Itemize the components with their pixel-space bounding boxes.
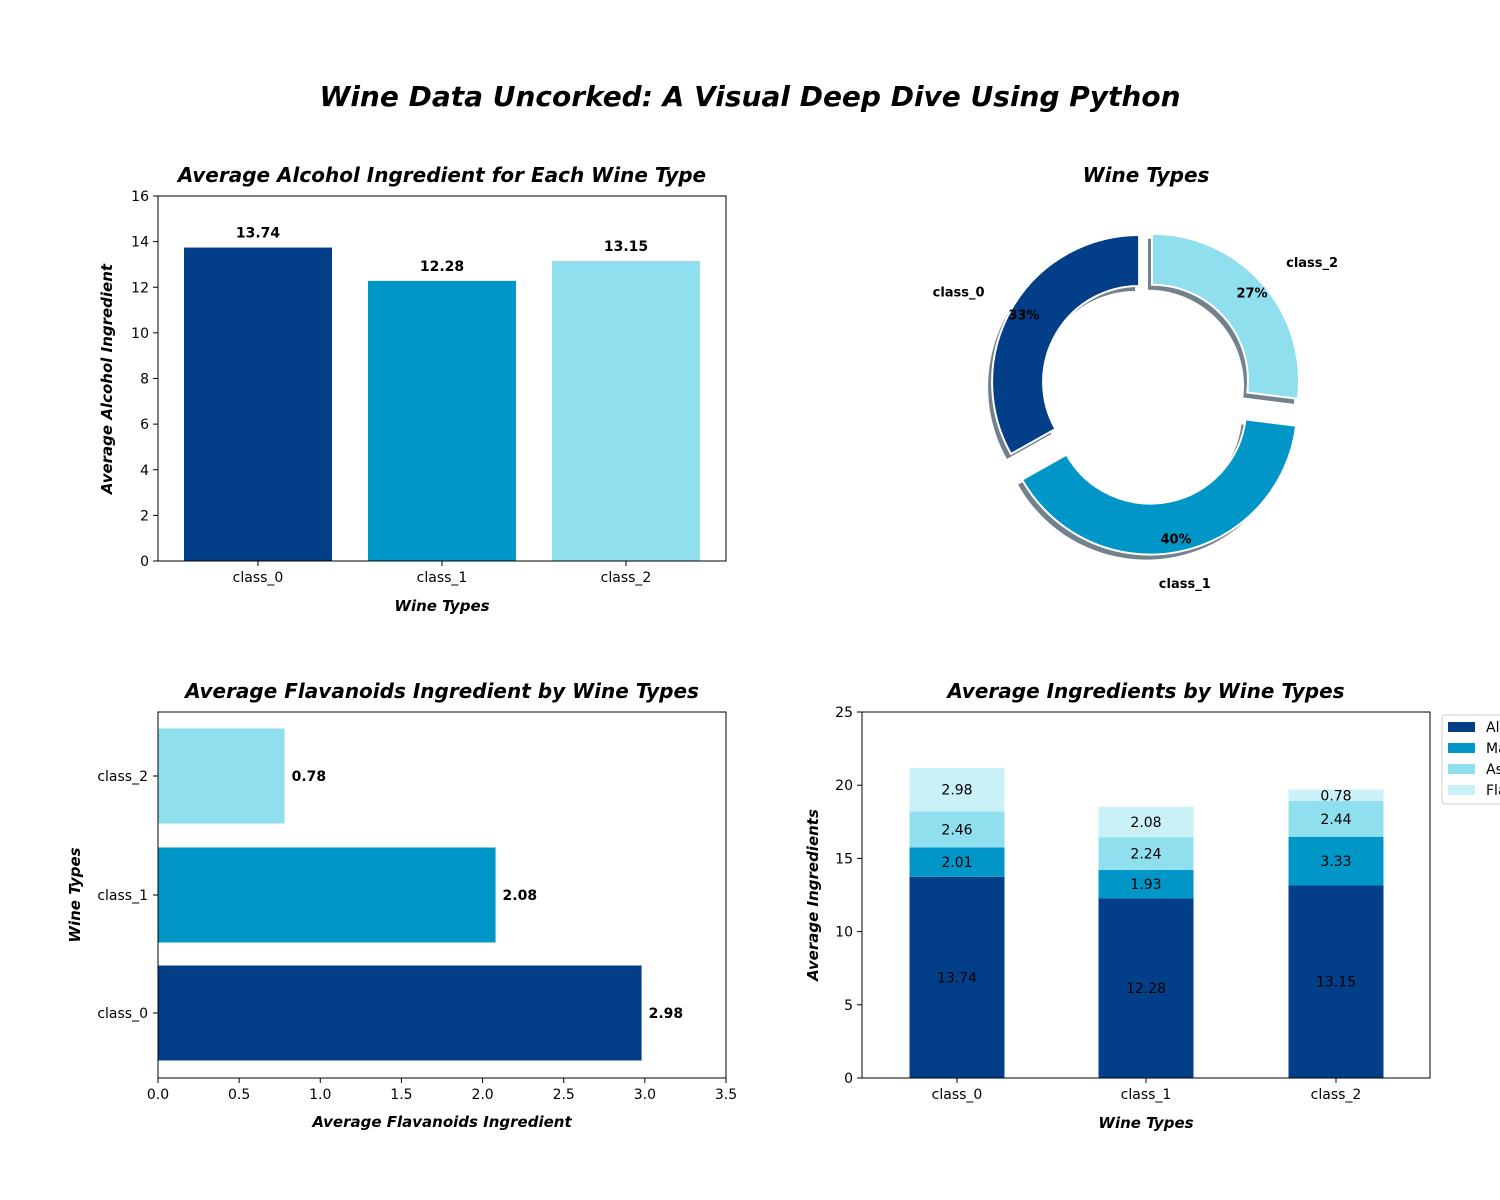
x-tick-label: 1.0 — [309, 1087, 331, 1103]
x-tick-label: 0.0 — [147, 1087, 169, 1103]
flavanoids-chart-xlabel: Average Flavanoids Ingredient — [311, 1113, 572, 1131]
bar-value-label: 2.98 — [649, 1006, 684, 1022]
legend-swatch — [1448, 722, 1475, 732]
stack-value-label: 2.98 — [941, 783, 972, 799]
y-tick-label: 12 — [131, 280, 149, 296]
legend-swatch — [1448, 764, 1475, 774]
flavanoids-chart-ylabel: Wine Types — [66, 847, 84, 942]
y-tick-label: class_2 — [97, 769, 148, 785]
x-tick-label: 3.5 — [715, 1087, 737, 1103]
donut-chart-title: Wine Types — [1083, 163, 1210, 187]
stack-value-label: 2.44 — [1320, 812, 1351, 828]
figure-title: Wine Data Uncorked: A Visual Deep Dive U… — [319, 80, 1180, 113]
flavanoids-barh-chart: Average Flavanoids Ingredient by Wine Ty… — [66, 679, 737, 1131]
x-tick-label: 3.0 — [634, 1087, 656, 1103]
y-tick-label: 6 — [140, 417, 149, 433]
stack-value-label: 0.78 — [1320, 788, 1351, 804]
y-tick-label: 16 — [131, 189, 149, 205]
bar-class_2 — [158, 728, 285, 824]
y-tick-label: class_0 — [97, 1006, 148, 1022]
bar-value-label: 2.08 — [503, 888, 538, 904]
legend-swatch — [1448, 743, 1475, 753]
bar-class_1 — [158, 847, 496, 943]
legend-label: Alc — [1486, 720, 1500, 736]
x-tick-label: class_1 — [1121, 1087, 1172, 1103]
stack-value-label: 13.15 — [1316, 975, 1356, 991]
y-tick-label: 4 — [140, 463, 149, 479]
donut-slice-class_1 — [1020, 418, 1298, 556]
bar-class_0 — [184, 247, 332, 561]
donut-percent-label: 27% — [1236, 286, 1267, 301]
y-tick-label: 10 — [835, 925, 853, 941]
donut-percent-label: 33% — [1008, 309, 1039, 324]
y-tick-label: 15 — [835, 851, 853, 867]
x-tick-label: class_2 — [601, 570, 652, 586]
y-tick-label: 2 — [140, 508, 149, 524]
alcohol-chart-ylabel: Average Alcohol Ingredient — [98, 263, 116, 495]
stack-value-label: 2.24 — [1130, 847, 1161, 863]
donut-slice-class_2 — [1151, 232, 1300, 400]
stack-value-label: 13.74 — [937, 970, 977, 986]
x-tick-label: class_0 — [233, 570, 284, 586]
stack-value-label: 2.08 — [1130, 815, 1161, 831]
donut-percent-label: 40% — [1160, 533, 1191, 548]
x-tick-label: 1.5 — [390, 1087, 412, 1103]
y-tick-label: 5 — [844, 998, 853, 1014]
x-tick-label: class_0 — [932, 1087, 983, 1103]
y-tick-label: 0 — [140, 554, 149, 570]
donut-label: class_0 — [933, 286, 985, 301]
flavanoids-chart-title: Average Flavanoids Ingredient by Wine Ty… — [183, 679, 699, 703]
stacked-chart-title: Average Ingredients by Wine Types — [945, 679, 1344, 703]
donut-label: class_1 — [1159, 577, 1211, 592]
alcohol-chart-xlabel: Wine Types — [394, 597, 489, 615]
alcohol-chart-title: Average Alcohol Ingredient for Each Wine… — [176, 163, 706, 187]
y-tick-label: 0 — [844, 1071, 853, 1087]
bar-value-label: 12.28 — [420, 259, 464, 275]
ingredients-stacked-chart: Average Ingredients by Wine Types Wine T… — [804, 679, 1500, 1132]
y-tick-label: 8 — [140, 372, 149, 388]
stack-value-label: 12.28 — [1126, 981, 1166, 997]
stack-value-label: 3.33 — [1320, 854, 1351, 870]
wine-types-donut-chart: Wine Types class_0 33% class_1 40% class_2 27… — [933, 163, 1338, 592]
y-tick-label: class_1 — [97, 888, 148, 904]
stack-value-label: 1.93 — [1130, 877, 1161, 893]
legend-swatch — [1448, 785, 1475, 795]
donut-slice-class_0 — [991, 233, 1141, 456]
stacked-chart-ylabel: Average Ingredients — [804, 809, 822, 982]
x-tick-label: 0.5 — [228, 1087, 250, 1103]
x-tick-label: class_2 — [1311, 1087, 1362, 1103]
x-tick-label: class_1 — [417, 570, 468, 586]
alcohol-bar-chart: Average Alcohol Ingredient for Each Wine… — [98, 163, 727, 615]
stacked-chart-xlabel: Wine Types — [1098, 1114, 1193, 1132]
y-tick-label: 14 — [131, 235, 149, 251]
bar-class_1 — [368, 280, 516, 561]
bar-value-label: 13.15 — [604, 239, 648, 255]
legend-label: Ma — [1486, 741, 1500, 757]
legend: Alc Ma As Fla — [1441, 714, 1500, 805]
x-tick-label: 2.5 — [553, 1087, 575, 1103]
bar-value-label: 13.74 — [236, 226, 281, 242]
y-tick-label: 25 — [835, 705, 853, 721]
stack-value-label: 2.01 — [941, 855, 972, 871]
legend-label: Fla — [1486, 783, 1500, 799]
stack-value-label: 2.46 — [941, 822, 972, 838]
y-tick-label: 20 — [835, 778, 853, 794]
bar-class_0 — [158, 965, 642, 1061]
bar-class_2 — [552, 261, 700, 561]
y-tick-label: 10 — [131, 326, 149, 342]
bar-value-label: 0.78 — [292, 769, 327, 785]
donut-label: class_2 — [1286, 256, 1338, 271]
x-tick-label: 2.0 — [471, 1087, 493, 1103]
legend-label: As — [1486, 762, 1500, 778]
figure: Wine Data Uncorked: A Visual Deep Dive U… — [66, 80, 1500, 1132]
